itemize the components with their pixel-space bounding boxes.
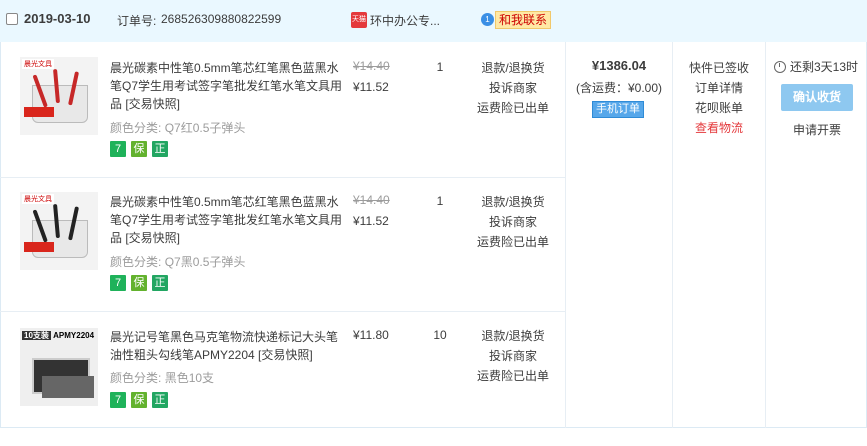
product-thumbnail[interactable]: 10支装 APMY2204 bbox=[20, 328, 98, 406]
shipping-insurance-status: 运费险已出单 bbox=[476, 235, 549, 249]
price-tag-image bbox=[24, 242, 54, 252]
countdown-text: 还剩3天13时 bbox=[790, 60, 859, 74]
tmall-icon: 天猫 bbox=[351, 12, 367, 28]
after-sales-links: 退款/退换货 投诉商家 运费险已出单 bbox=[466, 58, 560, 118]
sku-info: 颜色分类: Q7红0.5子弹头 bbox=[110, 119, 245, 136]
column-divider bbox=[765, 42, 766, 428]
order-item-row: 晨光文具 晨光碳素中性笔0.5mm笔芯红笔黑色蓝黑水笔Q7学生用考试签字笔批发红… bbox=[0, 178, 565, 312]
sku-value: Q7黑0.5子弹头 bbox=[164, 255, 246, 269]
pack-count: 10支装 bbox=[22, 331, 51, 340]
after-sales-links: 退款/退换货 投诉商家 运费险已出单 bbox=[466, 192, 560, 252]
order-total: ¥1386.04 bbox=[591, 58, 647, 73]
mobile-order-tag: 手机订单 bbox=[592, 101, 644, 118]
refund-link[interactable]: 退款/退换货 bbox=[466, 192, 560, 212]
authentic-icon[interactable]: 正 bbox=[152, 392, 168, 408]
pack-label: 10支装 APMY2204 bbox=[22, 330, 94, 341]
refund-link[interactable]: 退款/退换货 bbox=[466, 326, 560, 346]
countdown: 还剩3天13时 bbox=[774, 58, 858, 75]
order-date: 2019-03-10 bbox=[24, 11, 91, 26]
brand-label: 晨光文具 bbox=[22, 194, 54, 204]
column-divider bbox=[565, 42, 566, 428]
refund-link[interactable]: 退款/退换货 bbox=[466, 58, 560, 78]
request-invoice-link[interactable]: 申请开票 bbox=[781, 121, 853, 138]
shipping-insurance-status: 运费险已出单 bbox=[476, 369, 549, 383]
confirm-receipt-button[interactable]: 确认收货 bbox=[781, 84, 853, 111]
sku-info: 颜色分类: 黑色10支 bbox=[110, 369, 214, 386]
consumer-protection-icon[interactable]: 保 bbox=[131, 392, 147, 408]
sku-value: Q7红0.5子弹头 bbox=[164, 121, 246, 135]
sku-label: 颜色分类: bbox=[110, 121, 162, 135]
model-code: APMY2204 bbox=[53, 331, 95, 340]
consumer-protection-icon[interactable]: 保 bbox=[131, 141, 147, 157]
brand-label: 晨光文具 bbox=[22, 59, 54, 69]
order-select-checkbox[interactable] bbox=[6, 13, 18, 25]
view-logistics-link[interactable]: 查看物流 bbox=[673, 119, 765, 136]
order-status: 快件已签收 bbox=[688, 61, 749, 75]
order-item-row: 10支装 APMY2204 晨光记号笔黑色马克笔物流快递标记大头笔油性粗头勾线笔… bbox=[0, 312, 565, 446]
shop-name-link[interactable]: 环中办公专... bbox=[370, 12, 440, 29]
service-badges: 7保正 bbox=[110, 392, 173, 408]
huabei-bill-link[interactable]: 花呗账单 bbox=[673, 99, 765, 116]
shipping-fee: (含运费：¥0.00) bbox=[575, 81, 663, 95]
seven-day-return-icon[interactable]: 7 bbox=[110, 141, 126, 157]
sku-value: 黑色10支 bbox=[164, 371, 215, 385]
product-title-link[interactable]: 晨光碳素中性笔0.5mm笔芯红笔黑色蓝黑水笔Q7学生用考试签字笔批发红笔水笔文具… bbox=[110, 193, 342, 247]
actual-price: ¥11.52 bbox=[353, 80, 389, 94]
order-item-row: 晨光文具 晨光碳素中性笔0.5mm笔芯红笔黑色蓝黑水笔Q7学生用考试签字笔批发红… bbox=[0, 43, 565, 177]
product-title-link[interactable]: 晨光记号笔黑色马克笔物流快递标记大头笔油性粗头勾线笔APMY2204 [交易快照… bbox=[110, 328, 342, 364]
order-header: 2019-03-10 订单号: 268526309880822599 天猫 环中… bbox=[0, 0, 867, 42]
clock-icon bbox=[774, 61, 786, 73]
order-number: 268526309880822599 bbox=[161, 12, 282, 26]
chat-icon: 1 bbox=[481, 13, 494, 26]
complain-link[interactable]: 投诉商家 bbox=[466, 212, 560, 232]
seven-day-return-icon[interactable]: 7 bbox=[110, 275, 126, 291]
complain-link[interactable]: 投诉商家 bbox=[466, 78, 560, 98]
price-tag-image bbox=[24, 107, 54, 117]
order-number-label: 订单号: bbox=[117, 14, 157, 28]
consumer-protection-icon[interactable]: 保 bbox=[131, 275, 147, 291]
authentic-icon[interactable]: 正 bbox=[152, 141, 168, 157]
product-title-link[interactable]: 晨光碳素中性笔0.5mm笔芯红笔黑色蓝黑水笔Q7学生用考试签字笔批发红笔水笔文具… bbox=[110, 59, 342, 113]
authentic-icon[interactable]: 正 bbox=[152, 275, 168, 291]
marker-image bbox=[42, 376, 94, 398]
product-thumbnail[interactable]: 晨光文具 bbox=[20, 192, 98, 270]
seven-day-return-icon[interactable]: 7 bbox=[110, 392, 126, 408]
product-thumbnail[interactable]: 晨光文具 bbox=[20, 57, 98, 135]
sku-info: 颜色分类: Q7黑0.5子弹头 bbox=[110, 253, 245, 270]
actual-price: ¥11.52 bbox=[353, 214, 389, 228]
contact-seller-label[interactable]: 和我联系 bbox=[495, 11, 552, 29]
after-sales-links: 退款/退换货 投诉商家 运费险已出单 bbox=[466, 326, 560, 386]
service-badges: 7保正 bbox=[110, 141, 173, 157]
complain-link[interactable]: 投诉商家 bbox=[466, 346, 560, 366]
sku-label: 颜色分类: bbox=[110, 371, 162, 385]
shipping-insurance-status: 运费险已出单 bbox=[476, 101, 549, 115]
order-detail-link[interactable]: 订单详情 bbox=[673, 79, 765, 96]
service-badges: 7保正 bbox=[110, 275, 173, 291]
sku-label: 颜色分类: bbox=[110, 255, 162, 269]
